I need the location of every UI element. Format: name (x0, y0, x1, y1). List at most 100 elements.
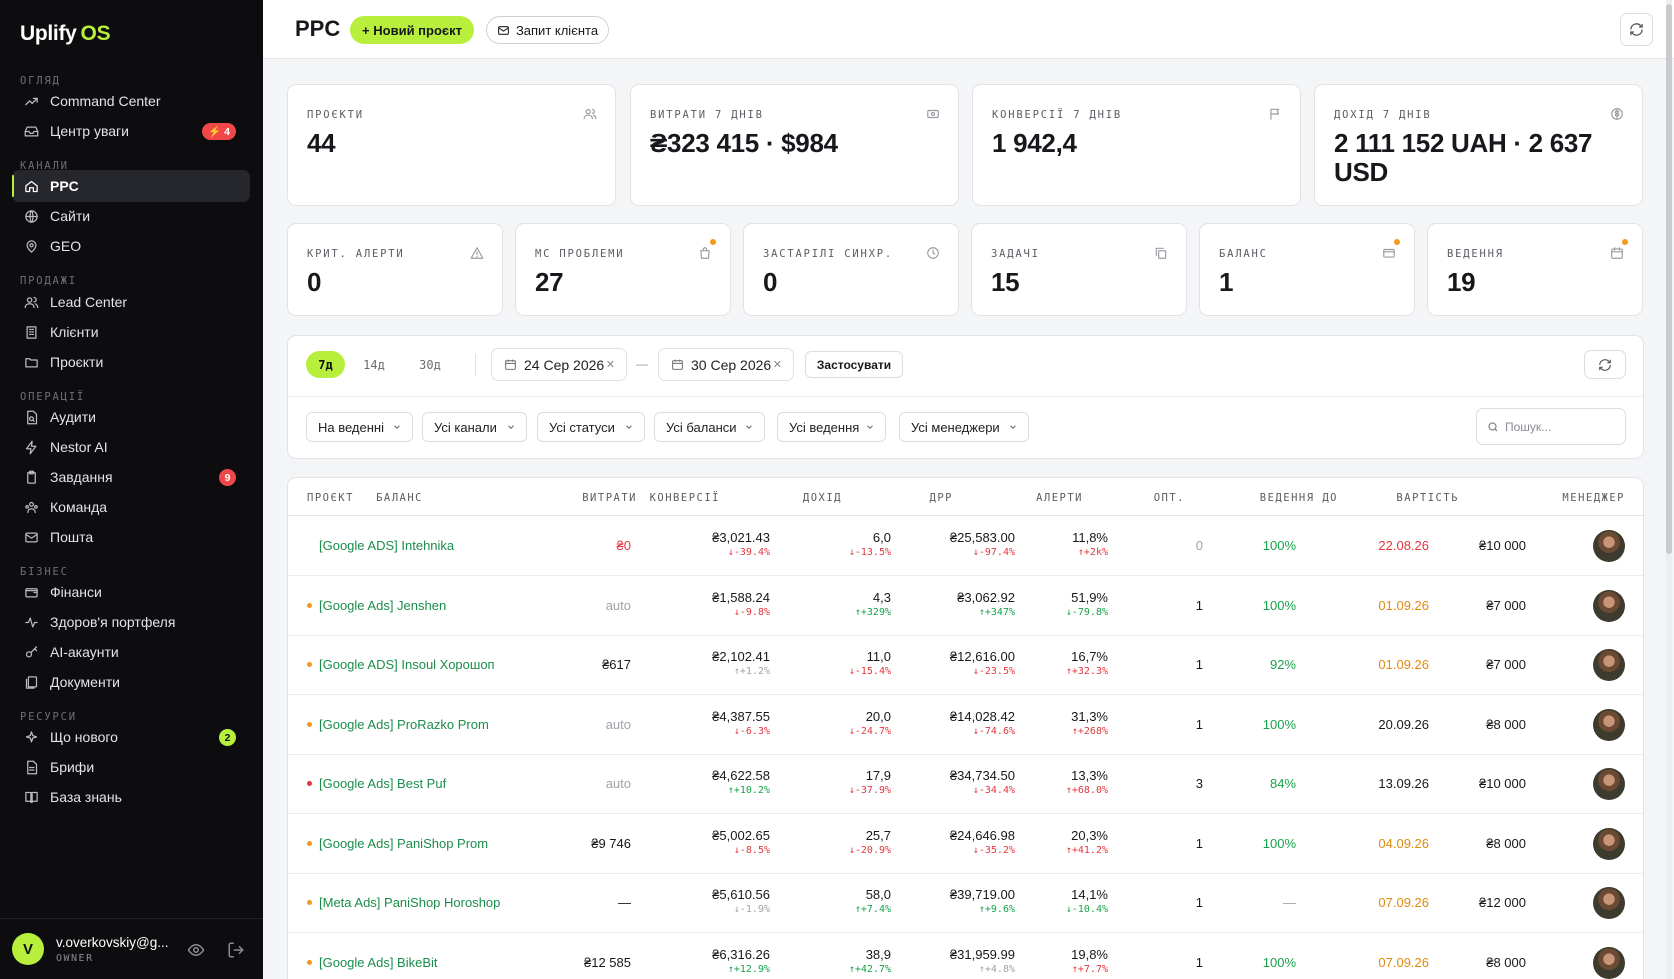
project-link[interactable]: [Meta Ads] PaniShop Horoshop (307, 895, 500, 910)
column-header[interactable]: МЕНЕДЖЕР (1562, 492, 1625, 504)
apply-button[interactable]: Застосувати (805, 351, 903, 378)
manager-avatar[interactable] (1593, 708, 1625, 741)
period-7d[interactable]: 7д (306, 351, 345, 378)
sidebar-item-пошта[interactable]: Пошта (12, 521, 250, 553)
sidebar-item-ai-акаунти[interactable]: AI-акаунти (12, 636, 250, 668)
filters-refresh-button[interactable] (1584, 350, 1626, 379)
money-icon (927, 109, 939, 119)
table-row[interactable]: [Google Ads] BikeBit ₴12 585 ₴6,316.26 ↑+12… (288, 933, 1643, 979)
optimization-value: 100% (1262, 597, 1296, 613)
sidebar-item-здоров-я-портфеля[interactable]: Здоров'я портфеля (12, 606, 250, 638)
app-logo[interactable]: Uplify OS (20, 22, 111, 46)
column-header[interactable]: ПРОЄКТ (307, 492, 354, 504)
clear-date-to-icon[interactable]: ✕ (773, 358, 782, 371)
user-avatar[interactable]: V (12, 933, 44, 965)
conv-cell: 25,7 ↓-20.9% (849, 828, 891, 856)
sidebar-item-аудити[interactable]: Аудити (12, 401, 250, 433)
period-14d[interactable]: 14д (354, 351, 394, 378)
logout-icon[interactable] (227, 941, 245, 959)
client-request-button[interactable]: Запит клієнта (486, 16, 609, 44)
project-link[interactable]: [Google Ads] PaniShop Prom (307, 836, 488, 851)
rev-value: ₴31,959.99 (949, 946, 1015, 962)
sidebar-item-geo[interactable]: GEO (12, 230, 250, 262)
sidebar-item-база-знань[interactable]: База знань (12, 781, 250, 813)
project-link[interactable]: [Google Ads] ProRazko Prom (307, 717, 489, 732)
date-to-input[interactable]: 30 Сер 2026 ✕ (658, 348, 794, 381)
table-row[interactable]: [Google Ads] PaniShop Prom ₴9 746 ₴5,002.6… (288, 814, 1643, 874)
filter-select[interactable]: Усі баланси (654, 412, 765, 442)
drr-cell: 13,3% ↑+68.0% (1066, 768, 1108, 796)
manager-avatar[interactable] (1593, 530, 1625, 562)
sidebar-item-центр-уваги[interactable]: Центр уваги ⚡ 4 (12, 115, 250, 147)
project-link[interactable]: [Google Ads] BikeBit (307, 955, 438, 970)
table-row[interactable]: [Meta Ads] PaniShop Horoshop — ₴5,610.56 ↓-… (288, 873, 1643, 933)
table-row[interactable]: [Google Ads] ProRazko Prom auto ₴4,387.55 ↓… (288, 695, 1643, 755)
filter-select[interactable]: Усі канали (422, 412, 527, 442)
drr-value: 31,3% (1071, 708, 1108, 724)
column-header[interactable]: ДРР (930, 492, 953, 504)
conv-delta: ↓-24.7% (848, 725, 891, 737)
project-link[interactable]: [Google ADS] Insoul Хорошоп (307, 657, 495, 672)
sidebar-item-документи[interactable]: Документи (12, 666, 250, 698)
stat-value: 0 (307, 267, 322, 297)
sidebar-item-клієнти[interactable]: Клієнти (12, 316, 250, 348)
cost-value: ₴8 000 (1486, 716, 1526, 732)
alerts-count: 1 (1195, 716, 1203, 732)
bolt-icon (25, 440, 37, 454)
manager-avatar[interactable] (1593, 768, 1625, 800)
filter-select[interactable]: Усі статуси (537, 412, 645, 442)
conv-value: 20,0 (865, 708, 891, 724)
sidebar-item-проєкти[interactable]: Проєкти (12, 346, 250, 378)
sidebar-item-lead-center[interactable]: Lead Center (12, 286, 250, 318)
sidebar-item-command-center[interactable]: Command Center (12, 85, 250, 117)
column-header[interactable]: ВЕДЕННЯ ДО (1260, 492, 1338, 504)
rev-value: ₴39,719.00 (949, 887, 1015, 902)
filter-select[interactable]: Усі менеджери (899, 412, 1029, 442)
project-link[interactable]: [Google ADS] Intehnika (307, 538, 454, 553)
scrollbar-thumb[interactable] (1666, 4, 1672, 554)
sidebar-item-що-нового[interactable]: Що нового 2 (12, 721, 250, 753)
column-header[interactable]: ВАРТІСТЬ (1396, 492, 1459, 504)
sidebar-item-label: Command Center (50, 93, 161, 109)
filter-select[interactable]: На веденні (306, 412, 413, 442)
new-project-button[interactable]: + Новий проєкт (350, 16, 474, 44)
table-row[interactable]: [Google Ads] Best Puf auto ₴4,622.58 ↑+10.2… (288, 754, 1643, 814)
balance-value: auto (605, 716, 631, 732)
column-header[interactable]: КОНВЕРСІЇ (650, 492, 720, 504)
sidebar-item-ppc[interactable]: PPC (12, 170, 250, 202)
search-input[interactable]: Пошук... (1476, 408, 1626, 445)
period-30d[interactable]: 30д (410, 351, 450, 378)
sidebar-item-сайти[interactable]: Сайти (12, 200, 250, 232)
column-header[interactable]: АЛЕРТИ (1036, 492, 1083, 504)
stat-value: 44 (307, 128, 336, 158)
filter-select[interactable]: Усі ведення (777, 412, 886, 442)
column-header[interactable]: БАЛАНС (376, 492, 423, 504)
column-header[interactable]: ДОХІД (803, 492, 842, 504)
manager-avatar[interactable] (1593, 589, 1625, 622)
sidebar-item-nestor-ai[interactable]: Nestor AI (12, 431, 250, 463)
table-row[interactable]: [Google ADS] Insoul Хорошоп ₴617 ₴2,102.41… (288, 635, 1643, 695)
manager-avatar[interactable] (1593, 827, 1625, 860)
sidebar-item-команда[interactable]: Команда (12, 491, 250, 523)
sidebar-item-завдання[interactable]: Завдання 9 (12, 461, 250, 493)
column-header[interactable]: ОПТ. (1154, 492, 1185, 504)
sidebar-item-брифи[interactable]: Брифи (12, 751, 250, 783)
stat-card: ЗАСТАРІЛІ СИНХР. 0 (743, 223, 959, 316)
project-link[interactable]: [Google Ads] Best Puf (307, 776, 446, 791)
manager-avatar[interactable] (1593, 946, 1625, 979)
table-row[interactable]: [Google ADS] Intehnika ₴0 ₴3,021.43 ↓-39.4%… (288, 516, 1643, 576)
bag-icon (700, 247, 710, 259)
copy-icon (1155, 247, 1167, 259)
project-link[interactable]: [Google Ads] Jenshen (307, 598, 446, 613)
drr-value: 13,3% (1071, 768, 1108, 783)
refresh-button[interactable] (1620, 13, 1653, 46)
table-row[interactable]: [Google Ads] Jenshen auto ₴1,588.24 ↓-9.8% 4… (288, 576, 1643, 636)
manager-avatar[interactable] (1593, 649, 1625, 681)
manager-avatar[interactable] (1593, 887, 1625, 919)
spend-value: ₴1,588.24 (712, 589, 770, 605)
eye-icon[interactable] (187, 941, 205, 959)
clear-date-from-icon[interactable]: ✕ (606, 358, 615, 371)
date-from-input[interactable]: 24 Сер 2026 ✕ (491, 348, 627, 381)
column-header[interactable]: ВИТРАТИ (582, 492, 637, 504)
sidebar-item-фінанси[interactable]: Фінанси (12, 576, 250, 608)
